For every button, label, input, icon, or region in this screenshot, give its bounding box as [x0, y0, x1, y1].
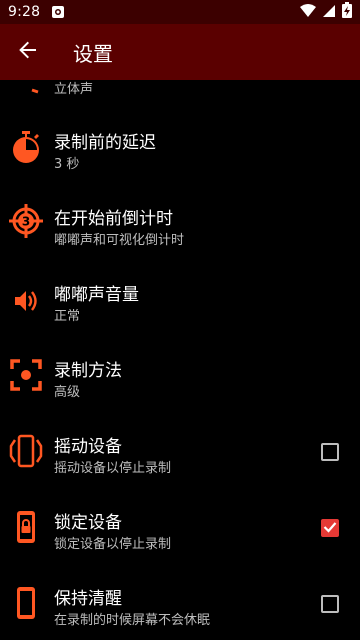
- settings-item-lock[interactable]: 锁定设备 锁定设备以停止录制: [0, 490, 360, 566]
- settings-item-subtitle: 高级: [54, 385, 81, 400]
- settings-item-subtitle: 立体声: [54, 82, 94, 97]
- status-icons: [300, 2, 352, 22]
- settings-item-recording-method[interactable]: 录制方法 高级: [0, 338, 360, 414]
- battery-charging-icon: [342, 2, 352, 22]
- settings-item-title: 录制方法: [54, 361, 122, 381]
- status-bar: 9:28: [0, 0, 360, 24]
- settings-item-subtitle: 摇动设备以停止录制: [54, 461, 172, 476]
- signal-icon: [322, 3, 336, 22]
- settings-item-title: 在开始前倒计时: [54, 209, 173, 229]
- page-title: 设置: [73, 41, 113, 66]
- keep-awake-checkbox[interactable]: [321, 595, 339, 613]
- partial-icon: [8, 80, 44, 100]
- lock-phone-icon: [8, 509, 44, 545]
- settings-item-title: 保持清醒: [54, 589, 122, 609]
- settings-item-subtitle: 在录制的时候屏幕不会休眠: [54, 613, 211, 628]
- lock-checkbox[interactable]: [321, 519, 339, 537]
- back-button[interactable]: [0, 24, 56, 80]
- timer-icon: [8, 129, 44, 165]
- settings-item-subtitle: 锁定设备以停止录制: [54, 537, 172, 552]
- volume-icon: [8, 283, 44, 319]
- screenshot-icon: [50, 4, 66, 20]
- svg-text:3: 3: [22, 215, 30, 229]
- shake-checkbox[interactable]: [321, 443, 339, 461]
- wifi-icon: [300, 3, 316, 22]
- arrow-back-icon: [19, 41, 37, 63]
- status-time: 9:28: [8, 4, 41, 20]
- settings-item-shake[interactable]: 摇动设备 摇动设备以停止录制: [0, 414, 360, 490]
- settings-item-beep-volume[interactable]: 嘟嘟声音量 正常: [0, 262, 360, 338]
- settings-item-subtitle: 正常: [54, 309, 81, 324]
- countdown-icon: 3: [8, 203, 44, 239]
- app-bar: 设置: [0, 24, 360, 80]
- phone-icon: [8, 585, 44, 621]
- settings-item-title: 嘟嘟声音量: [54, 285, 139, 305]
- settings-item-title: 摇动设备: [54, 437, 122, 457]
- settings-item-keep-awake[interactable]: 保持清醒 在录制的时候屏幕不会休眠: [0, 566, 360, 640]
- settings-item-subtitle: 3 秒: [54, 157, 80, 172]
- settings-item-countdown[interactable]: 3 在开始前倒计时 嘟嘟声和可视化倒计时: [0, 186, 360, 262]
- shake-phone-icon: [8, 433, 44, 469]
- settings-list: 立体声 录制前的延迟 3 秒 3 在开始前倒计时 嘟嘟声和可视化倒计时 嘟嘟声音…: [0, 80, 360, 640]
- settings-item-subtitle: 嘟嘟声和可视化倒计时: [54, 233, 185, 248]
- settings-item-delay[interactable]: 录制前的延迟 3 秒: [0, 110, 360, 186]
- checkmark-icon: [323, 519, 337, 538]
- center-focus-icon: [8, 357, 44, 393]
- settings-item-title: 录制前的延迟: [54, 133, 156, 153]
- settings-item-title: 锁定设备: [54, 513, 122, 533]
